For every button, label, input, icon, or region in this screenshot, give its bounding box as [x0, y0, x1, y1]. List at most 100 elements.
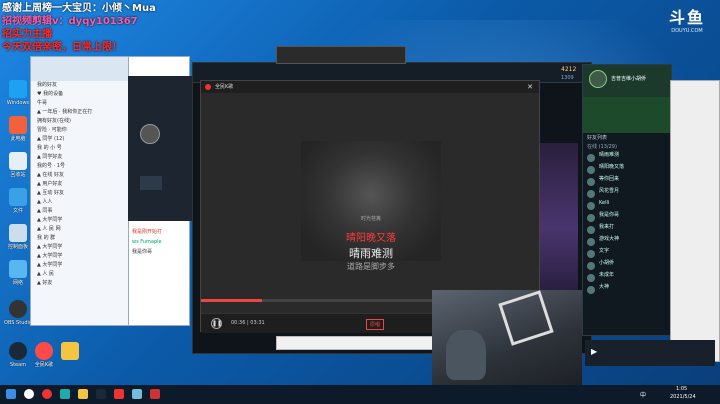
champion-art: [538, 143, 578, 313]
video-player-controls[interactable]: ▶: [585, 340, 715, 366]
avatar: [587, 214, 595, 222]
clock-date: 2021/5/24: [670, 394, 696, 400]
pause-button[interactable]: ❚❚: [211, 318, 222, 329]
start-icon[interactable]: [6, 389, 16, 399]
editor-window-titlebar[interactable]: [276, 46, 406, 64]
qq-header: [31, 57, 129, 81]
play-icon[interactable]: ▶: [591, 347, 597, 356]
friend-row[interactable]: 游戏大神: [583, 236, 671, 248]
friend-row[interactable]: 风花雪月: [583, 188, 671, 200]
list-item[interactable]: 牛哥: [31, 99, 129, 108]
overlay-line-1: 感谢上周榜一大宝贝：小倾丶Mua: [2, 3, 156, 14]
player-titlebar: 全民K歌 ✕: [201, 81, 539, 93]
list-item[interactable]: ▲ 人 民 网: [31, 225, 129, 234]
list-item[interactable]: ▲ 大学同学: [31, 216, 129, 225]
avatar: [587, 166, 595, 174]
list-item[interactable]: ▲ 大学同学: [31, 252, 129, 261]
friend-row[interactable]: 未成年: [583, 272, 671, 284]
profile-header: 吉普吉维小胡侨: [583, 65, 671, 97]
list-item[interactable]: ▲ 同学 (12): [31, 135, 129, 144]
steam-icon: [9, 342, 27, 360]
folder-icon[interactable]: [78, 389, 88, 399]
overlay-line-2: 招视频剪辑v：dyqy101367: [2, 16, 138, 27]
friend-row[interactable]: Kelli: [583, 200, 671, 212]
avatar: [587, 190, 595, 198]
game-profile-panel: [128, 76, 194, 221]
list-item[interactable]: 我 的 小 号: [31, 144, 129, 153]
avatar: [140, 124, 160, 144]
avatar: [587, 286, 595, 294]
badge-icon: [140, 176, 162, 190]
obs-icon: [9, 300, 27, 318]
time-display: 00:36 | 03:31: [231, 320, 265, 326]
qq-contact-window[interactable]: 我的好友 ♥ 我的设备 牛哥 ▲ 一年后 · 我和你正在打 拥有好友(在线) 冒…: [30, 56, 130, 326]
background-window[interactable]: [670, 80, 720, 362]
list-item[interactable]: ▲ 好友: [31, 279, 129, 288]
chat-message: 我是你哥: [132, 249, 153, 255]
list-item[interactable]: ▲ 大学同学: [31, 243, 129, 252]
rp-value: 1309: [561, 75, 574, 81]
summoner-name: 吉普吉维小胡侨: [611, 76, 647, 82]
list-item[interactable]: ▲ 同事: [31, 207, 129, 216]
app-icon: [9, 116, 27, 134]
friends-group[interactable]: 在线 (13/29): [583, 143, 671, 152]
friend-row[interactable]: 我来打: [583, 224, 671, 236]
progress-fill: [201, 299, 263, 302]
original-vocal-toggle[interactable]: 原唱: [366, 319, 385, 330]
avatar: [587, 274, 595, 282]
lyric-next: 道路是脚步多: [347, 262, 395, 271]
rank-value: 4212: [561, 66, 577, 73]
list-item[interactable]: 我 的 群: [31, 234, 129, 243]
douyu-logo: 斗鱼 DOUYU.COM: [662, 4, 712, 34]
friend-row[interactable]: 等你回来: [583, 176, 671, 188]
karaoke-icon[interactable]: [114, 389, 124, 399]
logo-brand: 斗鱼: [668, 8, 705, 27]
list-item[interactable]: 冒险 · 可能你: [31, 126, 129, 135]
list-item[interactable]: 我的好友: [31, 81, 129, 90]
lyric-main: 晴雨难测: [349, 247, 393, 260]
close-icon[interactable]: ✕: [527, 81, 533, 93]
friend-row[interactable]: 大神: [583, 284, 671, 296]
friend-row[interactable]: 小胡侨: [583, 260, 671, 272]
list-item[interactable]: ▲ 用户好友: [31, 180, 129, 189]
folder-icon: [9, 188, 27, 206]
status-banner: [583, 97, 671, 133]
friends-list-panel[interactable]: 吉普吉维小胡侨 好友列表 在线 (13/29) 晴雨难测 晴阳晚又落 等你回来 …: [582, 64, 672, 336]
overlay-line-3: 招实力主播: [2, 29, 52, 40]
avatar: [587, 154, 595, 162]
app-icon[interactable]: [42, 389, 52, 399]
list-item[interactable]: 我的号 · 1号: [31, 162, 129, 171]
list-item[interactable]: ▲ 在线 好友: [31, 171, 129, 180]
input-language[interactable]: 中: [640, 390, 646, 399]
window-toolbar[interactable]: [276, 336, 436, 350]
monitor-shape: [498, 290, 554, 346]
list-item[interactable]: ▲ 互动 好友: [31, 189, 129, 198]
avatar: [587, 178, 595, 186]
person-silhouette: [446, 330, 486, 380]
friend-row[interactable]: 晴雨难测: [583, 152, 671, 164]
app-icon[interactable]: [60, 389, 70, 399]
app-icon[interactable]: [150, 389, 160, 399]
list-item[interactable]: ▲ 一年后 · 我和你正在打: [31, 108, 129, 117]
list-item[interactable]: ▲ 人人: [31, 198, 129, 207]
list-item[interactable]: 拥有好友(在线): [31, 117, 129, 126]
list-item[interactable]: ▲ 大学同学: [31, 261, 129, 270]
avatar: [587, 250, 595, 258]
avatar: [587, 262, 595, 270]
app-icon[interactable]: [132, 389, 142, 399]
search-icon[interactable]: [24, 389, 34, 399]
desktop-icon-folder[interactable]: [52, 342, 88, 362]
avatar: [587, 202, 595, 210]
list-item[interactable]: ▲ 同学好友: [31, 153, 129, 162]
list-item[interactable]: ♥ 我的设备: [31, 90, 129, 99]
app-icon: [9, 80, 27, 98]
friend-row[interactable]: 文字: [583, 248, 671, 260]
friend-row[interactable]: 我是你哥: [583, 212, 671, 224]
friend-row[interactable]: 晴阳晚又落: [583, 164, 671, 176]
steam-icon[interactable]: [96, 389, 106, 399]
list-item[interactable]: ▲ 人 民: [31, 270, 129, 279]
network-icon: [9, 260, 27, 278]
clock-time: 1:05: [676, 386, 688, 392]
chat-message: 我是刚开始打: [132, 229, 163, 235]
control-panel-icon: [9, 224, 27, 242]
